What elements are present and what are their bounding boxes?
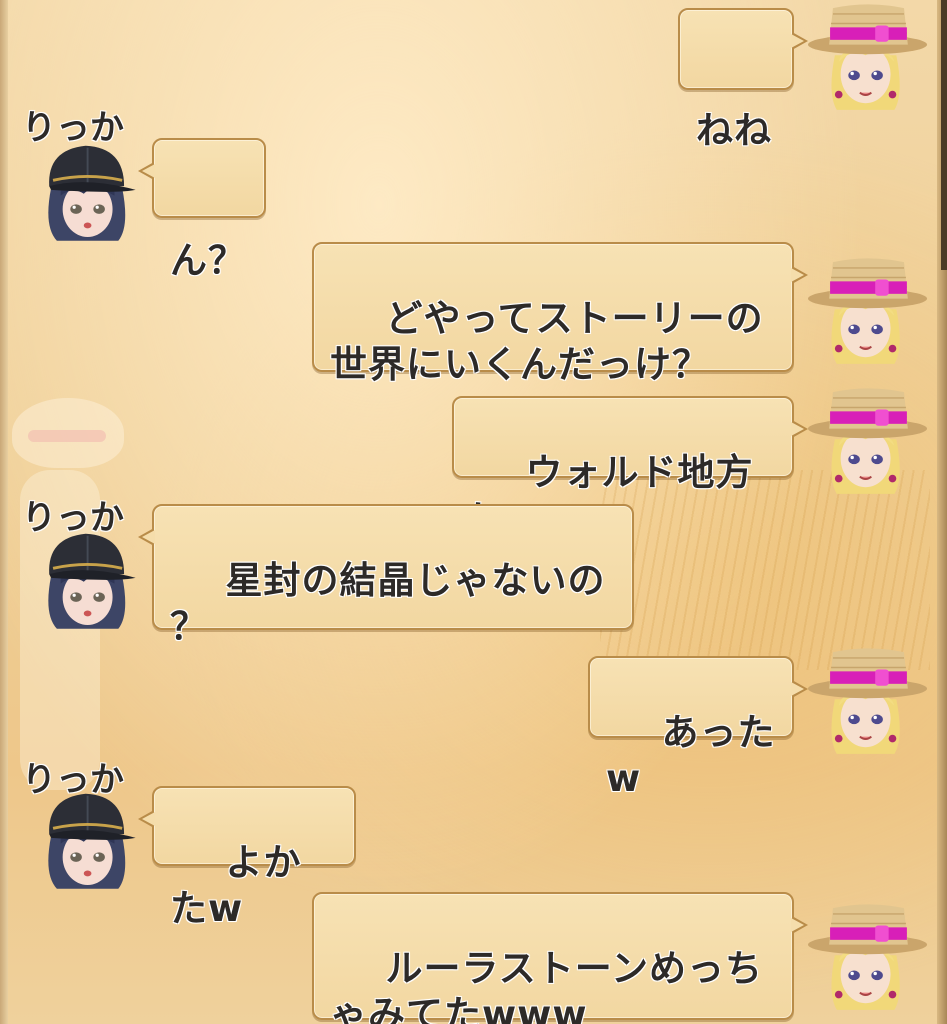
straw-hat-girl-avatar-icon (808, 387, 928, 495)
message-bubble: ん？ (138, 138, 266, 282)
message-text: どやってストーリーの 世界にいくんだっけ？ (330, 297, 764, 386)
message-bubble: ルーラストーンめっち ゃみてたwww (312, 892, 808, 1024)
left-frame (0, 0, 8, 1024)
straw-hat-girl-avatar-icon (808, 3, 928, 111)
message-bubble: 星封の結晶じゃないの ？ (138, 504, 634, 648)
straw-hat-girl-avatar-icon (808, 647, 928, 755)
message-bubble: ねね (678, 8, 808, 152)
black-cap-girl-avatar-icon (46, 144, 138, 243)
message-text: 星封の結晶じゃないの ？ (170, 559, 606, 648)
message-text: よかたw (170, 841, 302, 930)
black-cap-girl-avatar-icon (46, 792, 138, 891)
message-text: ん？ (170, 239, 246, 282)
scrollbar[interactable] (941, 0, 947, 270)
message-text: ルーラストーンめっち ゃみてたwww (330, 947, 763, 1024)
message-text: ねね (696, 109, 772, 152)
message-bubble: どやってストーリーの 世界にいくんだっけ？ (312, 242, 808, 386)
background-figure-hat-band (28, 430, 106, 442)
black-cap-girl-avatar-icon (46, 532, 138, 631)
message-bubble: よかたw (138, 786, 356, 930)
message-bubble: ウォルド地方に (452, 396, 808, 540)
straw-hat-girl-avatar-icon (808, 903, 928, 1011)
message-text: あったw (606, 711, 776, 800)
message-bubble: あったw (588, 656, 808, 800)
straw-hat-girl-avatar-icon (808, 257, 928, 365)
